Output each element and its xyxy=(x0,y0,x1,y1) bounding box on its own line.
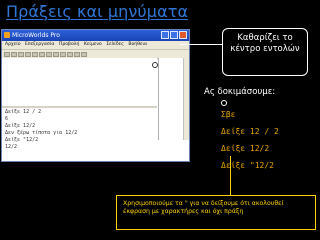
menu-edit[interactable]: Επεξεργασία xyxy=(25,42,54,47)
example-command: Δείξε 12/2 xyxy=(221,144,270,153)
menu-view[interactable]: Προβολή xyxy=(59,42,80,47)
toolbar-button[interactable] xyxy=(32,51,38,57)
toolbar-button[interactable] xyxy=(25,51,31,57)
toolbar-button[interactable] xyxy=(11,51,17,57)
command-output: Δεν ξέρω τίποτα για 12/2 xyxy=(5,130,78,136)
menu-pages[interactable]: Σελίδες xyxy=(106,42,124,47)
callout-connector xyxy=(180,44,223,45)
side-panel xyxy=(158,58,189,140)
close-button[interactable] xyxy=(179,31,187,39)
menu-bar: Αρχείο Επεξεργασία Προβολή Κείμενο Σελίδ… xyxy=(2,41,189,50)
minimize-button[interactable] xyxy=(161,31,169,39)
callout-clear: Καθαρίζει το κέντρο εντολών xyxy=(222,28,308,76)
maximize-button[interactable] xyxy=(170,31,178,39)
app-title: MicroWorlds Pro xyxy=(12,32,60,39)
toolbar-button[interactable] xyxy=(81,51,87,57)
note-connector xyxy=(230,156,231,196)
example-command: Δείξε "12/2 xyxy=(221,161,274,170)
command-line: Δείξε "12/2 xyxy=(5,137,39,143)
command-output: 12/2 xyxy=(5,144,18,150)
toolbar-button[interactable] xyxy=(18,51,24,57)
try-label: Ας δοκιμάσουμε: xyxy=(204,87,276,97)
toolbar-button[interactable] xyxy=(4,51,10,57)
bubble-icon xyxy=(221,100,227,106)
toolbar-button[interactable] xyxy=(39,51,45,57)
menu-text[interactable]: Κείμενο xyxy=(84,42,102,47)
command-center[interactable]: Δείξε 12 / 2 6 Δείξε 12/2 Δεν ξέρω τίποτ… xyxy=(2,106,157,161)
example-command: Δείξε 12 / 2 xyxy=(221,127,279,136)
toolbar-button[interactable] xyxy=(53,51,59,57)
command-line: Δείξε 12/2 xyxy=(5,123,36,129)
drawing-canvas[interactable] xyxy=(2,58,157,104)
toolbar-button[interactable] xyxy=(74,51,80,57)
note-box: Χρησιμοποιούμε τα " για να δείξουμε ότι … xyxy=(116,195,316,230)
side-scrollbar[interactable] xyxy=(183,58,189,140)
menu-help[interactable]: Βοήθεια xyxy=(128,42,147,47)
app-titlebar: MicroWorlds Pro xyxy=(2,30,189,41)
toolbar-button[interactable] xyxy=(60,51,66,57)
command-line: Δείξε 12 / 2 xyxy=(5,109,42,115)
app-icon xyxy=(4,32,10,38)
example-command: Σβε xyxy=(221,110,236,119)
toolbar-button[interactable] xyxy=(46,51,52,57)
command-output: 6 xyxy=(5,116,9,122)
slide-title: Πράξεις και μηνύματα xyxy=(6,2,189,21)
toolbar-button[interactable] xyxy=(67,51,73,57)
menu-file[interactable]: Αρχείο xyxy=(5,42,21,47)
app-window: MicroWorlds Pro Αρχείο Επεξεργασία Προβο… xyxy=(1,29,190,162)
